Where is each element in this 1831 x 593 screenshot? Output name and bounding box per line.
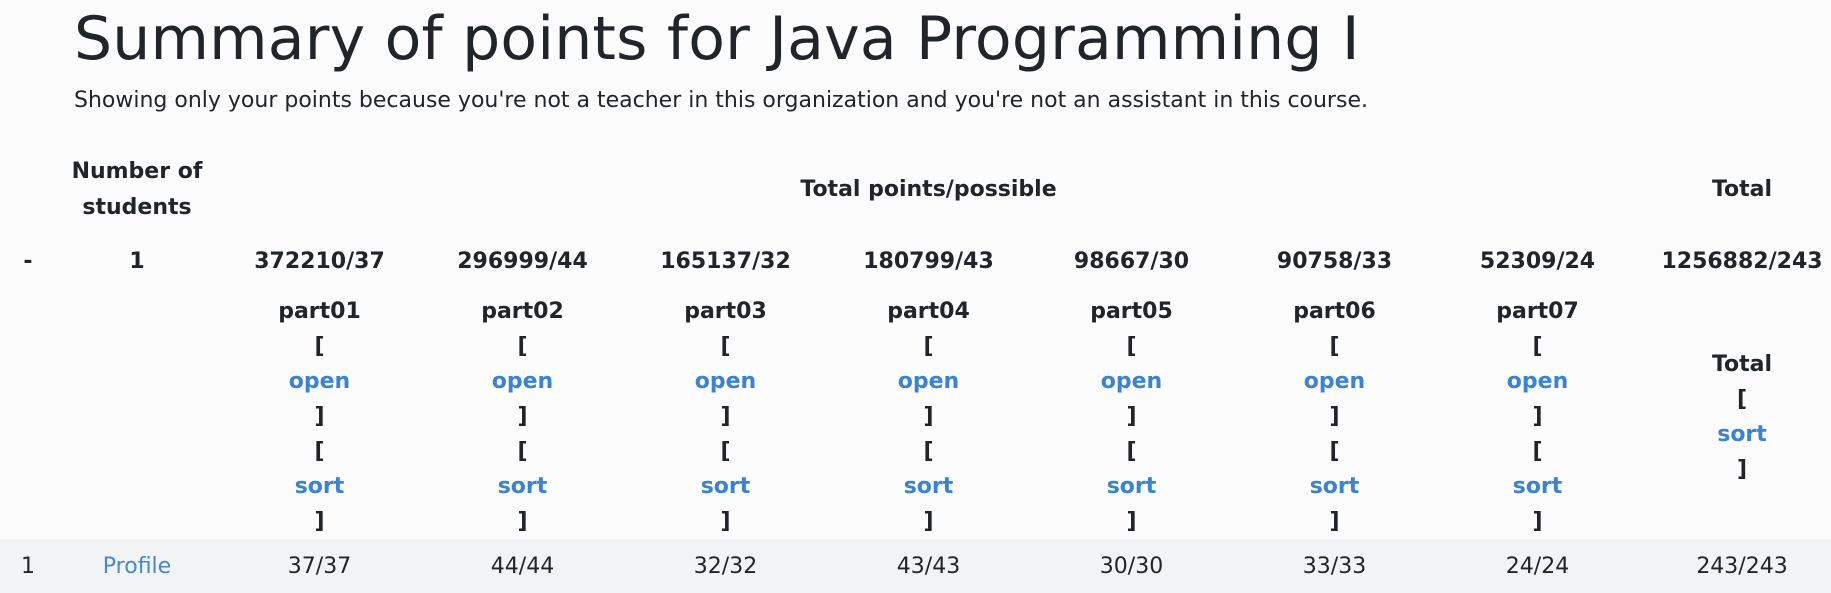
part-name: part06 (1293, 299, 1376, 324)
row-index: 1 (21, 553, 35, 579)
part05-header: part05 [open] [sort] (1030, 294, 1233, 539)
page-subtitle: Showing only your points because you're … (74, 88, 1368, 113)
part03-sort-link[interactable]: sort (701, 474, 751, 499)
profile-cell: Profile (56, 539, 218, 593)
total-header: Total [sort] (1639, 294, 1831, 539)
page-title: Summary of points for Java Programming I (74, 4, 1360, 74)
total-score: 243/243 (1696, 553, 1788, 579)
summary-part01-points: 372210/37 (254, 249, 385, 274)
summary-dash: - (23, 249, 33, 274)
parts-header-blank-2 (56, 294, 218, 539)
part04-open-link[interactable]: open (898, 369, 959, 394)
part06-sort-link[interactable]: sort (1310, 474, 1360, 499)
table-row: 1 Profile 37/37 44/44 32/32 43/43 30/30 … (0, 539, 1831, 593)
part05-open-link[interactable]: open (1101, 369, 1162, 394)
part06-score: 33/33 (1302, 553, 1367, 579)
part03-open-link[interactable]: open (695, 369, 756, 394)
part07-score: 24/24 (1505, 553, 1570, 579)
summary-total-points: 1256882/243 (1661, 249, 1823, 274)
profile-link[interactable]: Profile (103, 554, 171, 579)
part02-sort-link[interactable]: sort (498, 474, 548, 499)
part01-open-link[interactable]: open (289, 369, 350, 394)
part-name: part05 (1090, 299, 1173, 324)
part07-header: part07 [open] [sort] (1436, 294, 1639, 539)
part05-sort-link[interactable]: sort (1107, 474, 1157, 499)
part07-sort-link[interactable]: sort (1513, 474, 1563, 499)
part03-header: part03 [open] [sort] (624, 294, 827, 539)
part01-header: part01 [open] [sort] (218, 294, 421, 539)
header-total-points-possible: Total points/possible (800, 177, 1057, 202)
summary-part04-points: 180799/43 (863, 249, 994, 274)
summary-part07-points: 52309/24 (1479, 249, 1596, 274)
header-blank (0, 150, 56, 230)
points-table: Number of students Total points/possible… (0, 150, 1831, 593)
header-row: Number of students Total points/possible… (0, 150, 1831, 230)
summary-part02-points: 296999/44 (457, 249, 588, 274)
part-name: part03 (684, 299, 767, 324)
part01-score: 37/37 (287, 553, 352, 579)
part-name: part07 (1496, 299, 1579, 324)
part02-score: 44/44 (490, 553, 555, 579)
part06-header: part06 [open] [sort] (1233, 294, 1436, 539)
part-name: part04 (887, 299, 970, 324)
part02-header: part02 [open] [sort] (421, 294, 624, 539)
total-label: Total (1711, 351, 1773, 377)
part06-open-link[interactable]: open (1304, 369, 1365, 394)
total-sort-link[interactable]: sort (1717, 422, 1767, 447)
summary-student-count: 1 (129, 249, 145, 274)
part04-score: 43/43 (896, 553, 961, 579)
summary-part05-points: 98667/30 (1073, 249, 1190, 274)
part03-score: 32/32 (693, 553, 758, 579)
header-number-of-students: Number of students (71, 159, 203, 220)
parts-header-row: part01 [open] [sort] part02 [open] [sort… (0, 294, 1831, 539)
page: Summary of points for Java Programming I… (0, 0, 1831, 593)
summary-part06-points: 90758/33 (1276, 249, 1393, 274)
part05-score: 30/30 (1099, 553, 1164, 579)
part07-open-link[interactable]: open (1507, 369, 1568, 394)
part-name: part02 (481, 299, 564, 324)
parts-header-blank (0, 294, 56, 539)
part02-open-link[interactable]: open (492, 369, 553, 394)
part01-sort-link[interactable]: sort (295, 474, 345, 499)
header-total: Total (1711, 177, 1773, 202)
part-name: part01 (278, 299, 361, 324)
summary-part03-points: 165137/32 (660, 249, 791, 274)
part04-header: part04 [open] [sort] (827, 294, 1030, 539)
summary-row: - 1 372210/37 296999/44 165137/32 180799… (0, 230, 1831, 294)
part04-sort-link[interactable]: sort (904, 474, 954, 499)
